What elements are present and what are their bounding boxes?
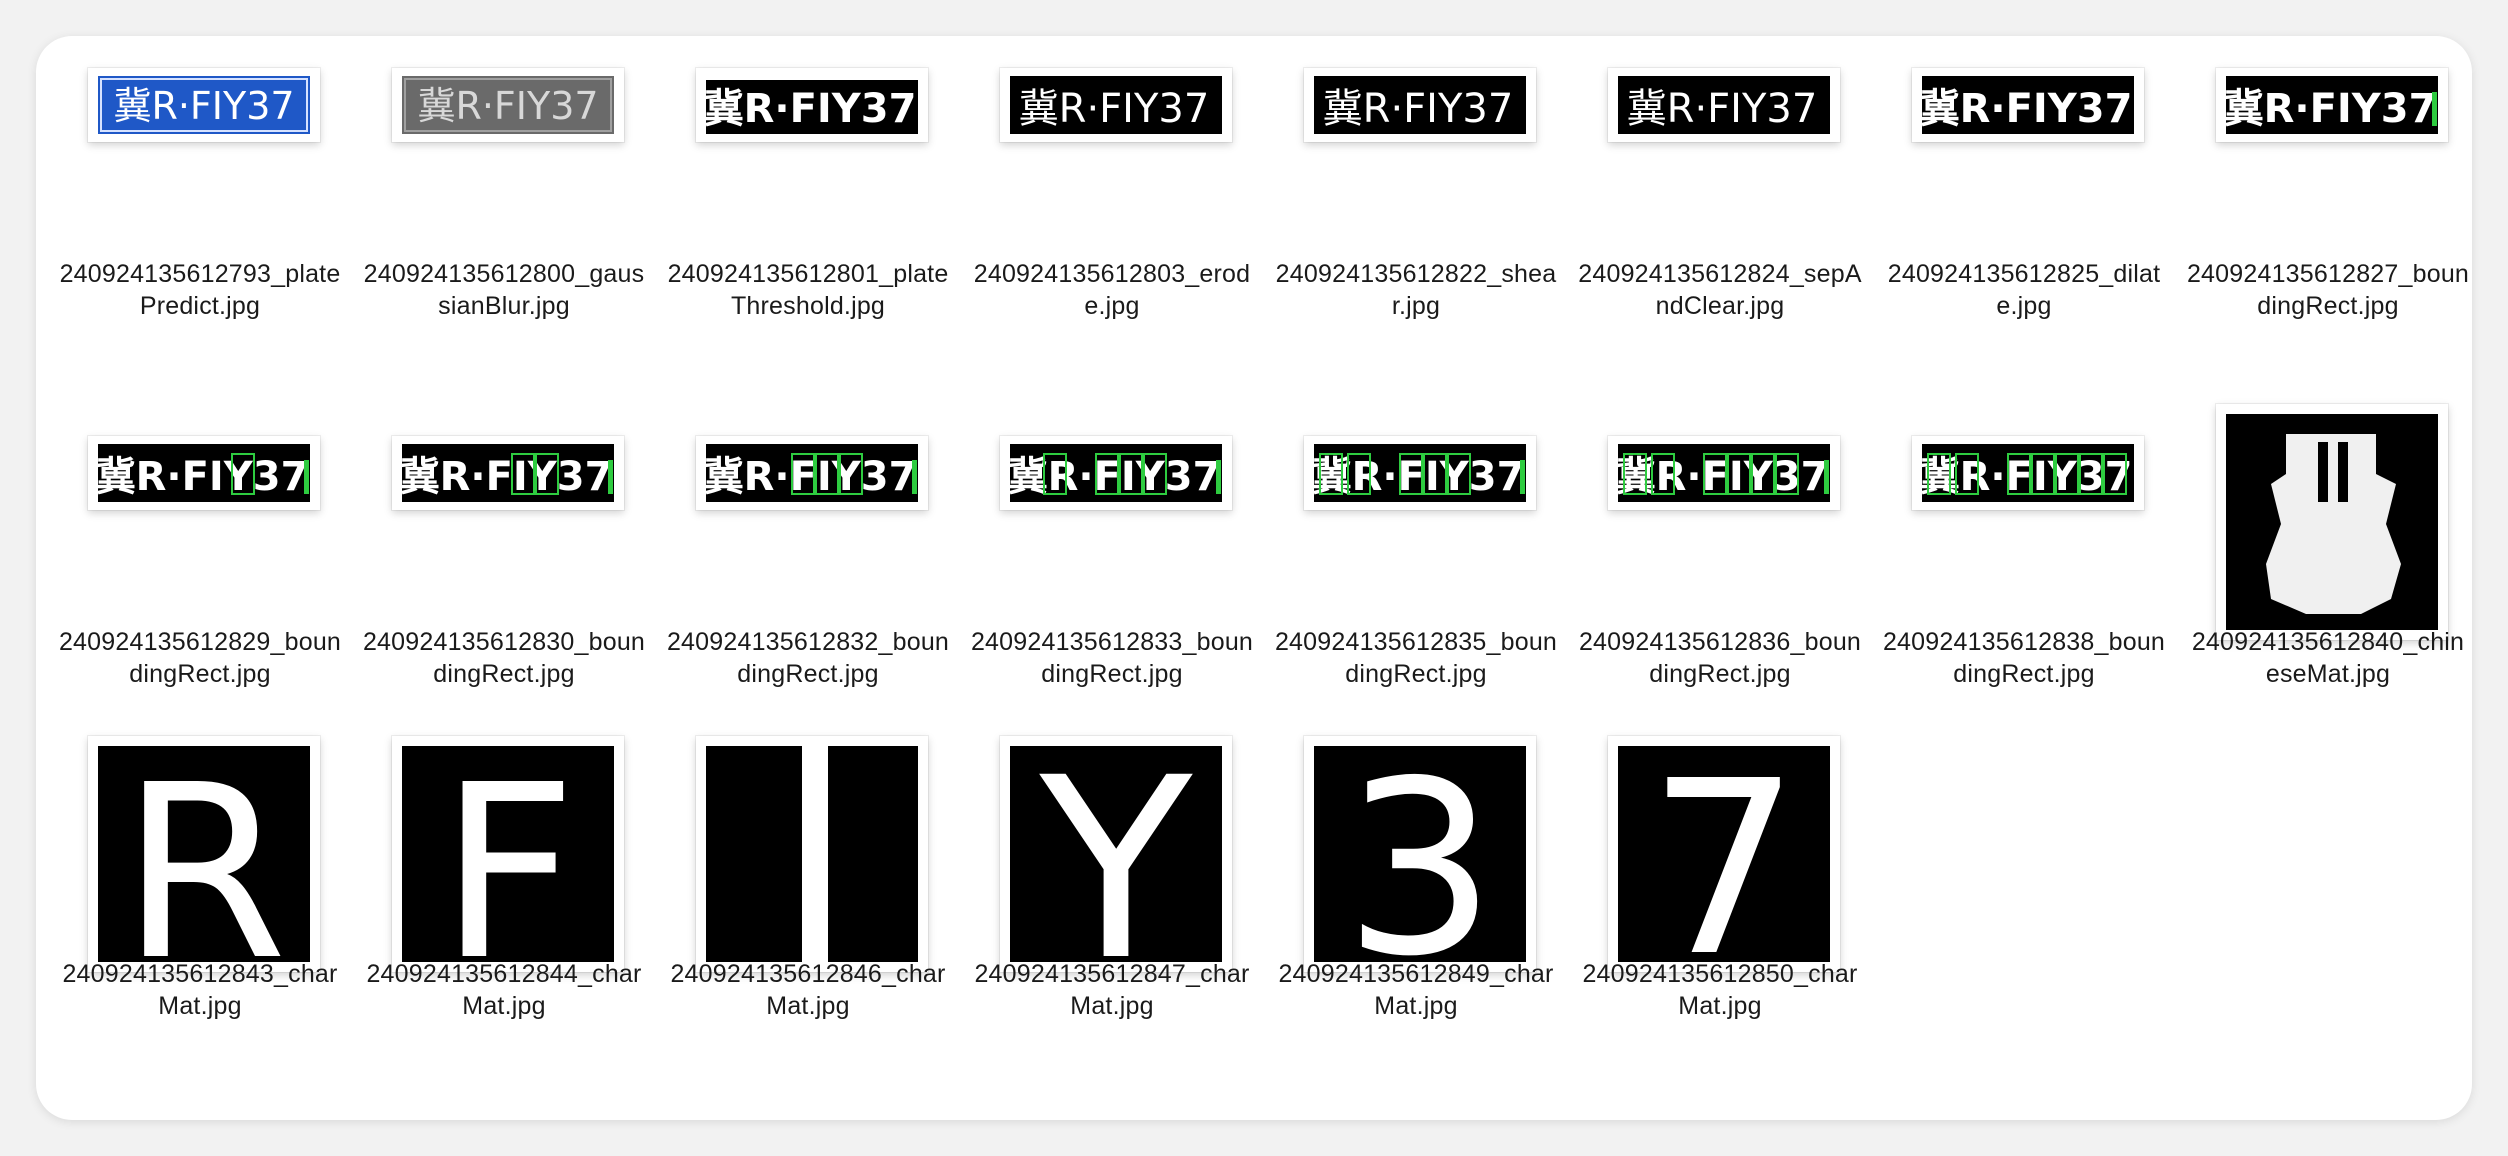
plate-rect-icon: 冀R·FIY37 bbox=[2216, 68, 2448, 142]
file-name: 240924135612822_shea r.jpg bbox=[1275, 260, 1557, 320]
file-name: 240924135612824_sepA ndClear.jpg bbox=[1578, 260, 1862, 320]
plate-text: 冀R·FIY37 bbox=[98, 454, 308, 500]
plate-text: 冀R·FIY37 bbox=[706, 86, 916, 132]
plate-text: 冀R·FIY37 bbox=[402, 454, 612, 500]
plate-binary-icon: 冀R·FIY37 bbox=[1912, 68, 2144, 142]
file-name: 240924135612827_boun dingRect.jpg bbox=[2186, 260, 2470, 320]
file-name: 240924135612829_boun dingRect.jpg bbox=[58, 628, 342, 688]
plate-binary-icon: 冀R·FIY37 bbox=[1608, 68, 1840, 142]
char-i-icon bbox=[696, 736, 928, 972]
plate-color-icon: 冀R·FIY37 bbox=[88, 68, 320, 142]
plate-text: 冀R·FIY37 bbox=[417, 84, 598, 128]
plate-text: 冀R·FIY37 bbox=[113, 84, 294, 128]
plate-rect-icon: 冀R·FIY37 bbox=[392, 436, 624, 510]
plate-rect-icon: 冀R·FIY37 bbox=[1912, 436, 2144, 510]
plate-binary-icon: 冀R·FIY37 bbox=[1304, 68, 1536, 142]
plate-rect-icon: 冀R·FIY37 bbox=[1608, 436, 1840, 510]
file-name: 240924135612803_erod e.jpg bbox=[973, 260, 1251, 320]
file-name: 240924135612846_char Mat.jpg bbox=[670, 960, 946, 1020]
plate-text: 冀R·FIY37 bbox=[2226, 86, 2436, 132]
svg-text:F: F bbox=[439, 746, 577, 962]
char-chinese-icon bbox=[2216, 404, 2448, 640]
svg-text:Y: Y bbox=[1039, 746, 1194, 962]
file-name: 240924135612793_plate Predict.jpg bbox=[59, 260, 341, 320]
plate-text: 冀R·FIY37 bbox=[1019, 86, 1210, 132]
char-7-icon: 7 bbox=[1608, 736, 1840, 972]
plate-gray-icon: 冀R·FIY37 bbox=[392, 68, 624, 142]
char-y-icon: Y bbox=[1000, 736, 1232, 972]
file-name: 240924135612833_boun dingRect.jpg bbox=[970, 628, 1254, 688]
plate-text: 冀R·FIY37 bbox=[1323, 86, 1514, 132]
svg-text:7: 7 bbox=[1648, 746, 1801, 962]
file-name: 240924135612830_boun dingRect.jpg bbox=[362, 628, 646, 688]
file-name: 240924135612835_boun dingRect.jpg bbox=[1274, 628, 1558, 688]
plate-rect-icon: 冀R·FIY37 bbox=[88, 436, 320, 510]
char-f-icon: F bbox=[392, 736, 624, 972]
file-name: 240924135612838_boun dingRect.jpg bbox=[1882, 628, 2166, 688]
file-name: 240924135612849_char Mat.jpg bbox=[1278, 960, 1554, 1020]
svg-text:3: 3 bbox=[1344, 746, 1497, 962]
plate-rect-icon: 冀R·FIY37 bbox=[1304, 436, 1536, 510]
plate-rect-icon: 冀R·FIY37 bbox=[696, 436, 928, 510]
file-name: 240924135612825_dilat e.jpg bbox=[1887, 260, 2161, 320]
file-name: 240924135612832_boun dingRect.jpg bbox=[666, 628, 950, 688]
plate-text: 冀R·FIY37 bbox=[1627, 86, 1818, 132]
plate-text: 冀R·FIY37 bbox=[1922, 86, 2132, 132]
plate-binary-icon: 冀R·FIY37 bbox=[696, 68, 928, 142]
file-name: 240924135612840_chin eseMat.jpg bbox=[2191, 628, 2465, 688]
plate-rect-icon: 冀R·FIY37 bbox=[1000, 436, 1232, 510]
file-name: 240924135612844_char Mat.jpg bbox=[366, 960, 642, 1020]
file-name: 240924135612836_boun dingRect.jpg bbox=[1578, 628, 1862, 688]
svg-text:R: R bbox=[121, 746, 288, 962]
file-name: 240924135612843_char Mat.jpg bbox=[62, 960, 338, 1020]
file-name: 240924135612800_gaus sianBlur.jpg bbox=[363, 260, 645, 320]
char-3-icon: 3 bbox=[1304, 736, 1536, 972]
file-grid: 冀R·FIY37 240924135612793_plate Predict.jp… bbox=[36, 36, 2472, 1120]
char-r-icon: R bbox=[88, 736, 320, 972]
file-name: 240924135612850_char Mat.jpg bbox=[1582, 960, 1858, 1020]
file-name: 240924135612801_plate Threshold.jpg bbox=[667, 260, 949, 320]
plate-binary-icon: 冀R·FIY37 bbox=[1000, 68, 1232, 142]
file-name: 240924135612847_char Mat.jpg bbox=[974, 960, 1250, 1020]
